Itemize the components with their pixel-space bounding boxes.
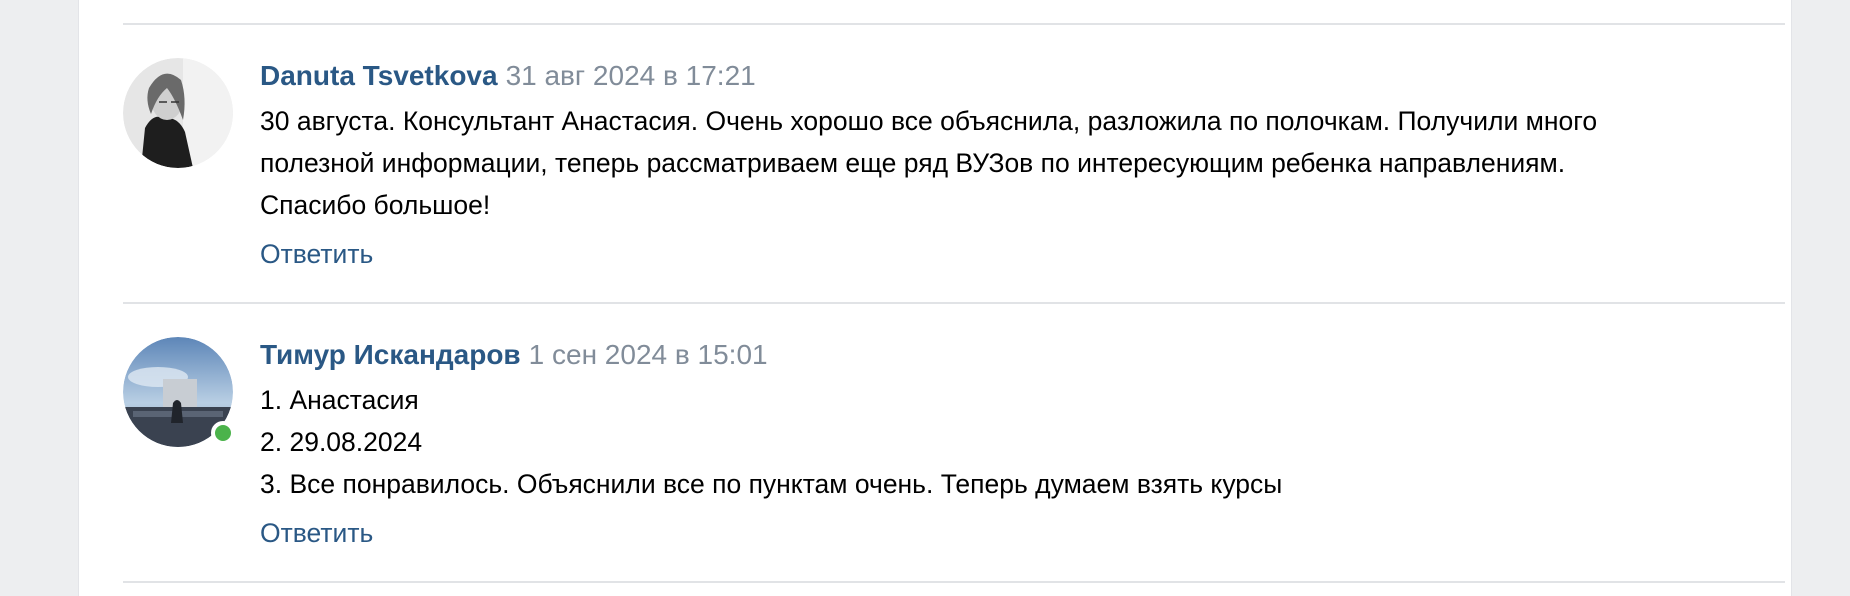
- reply-button[interactable]: Ответить: [260, 513, 373, 553]
- comment-text-line: 3. Все понравилось. Объяснили все по пун…: [260, 469, 1283, 499]
- divider: [123, 23, 1785, 25]
- comments-panel: Danuta Tsvetkova 31 авг 2024 в 17:21 30 а…: [78, 0, 1792, 596]
- comment-date[interactable]: 1 сен 2024 в 15:01: [529, 339, 768, 370]
- reply-button[interactable]: Ответить: [260, 234, 373, 274]
- comment-text-line: 30 августа. Консультант Анастасия. Очень…: [260, 106, 1598, 136]
- comment-header: Тимур Искандаров 1 сен 2024 в 15:01: [260, 337, 1785, 373]
- avatar[interactable]: [123, 337, 235, 447]
- comment-text: 1. Анастасия 2. 29.08.2024 3. Все понрав…: [260, 379, 1785, 505]
- avatar[interactable]: [123, 58, 233, 168]
- divider: [123, 302, 1785, 304]
- comment-header: Danuta Tsvetkova 31 авг 2024 в 17:21: [260, 58, 1785, 94]
- avatar-image[interactable]: [123, 58, 233, 168]
- comment-text-line: Спасибо большое!: [260, 190, 491, 220]
- author-name-link[interactable]: Danuta Tsvetkova: [260, 60, 498, 91]
- comment-text-line: полезной информации, теперь рассматривае…: [260, 148, 1566, 178]
- comment-text-line: 1. Анастасия: [260, 385, 419, 415]
- comment-text-line: 2. 29.08.2024: [260, 427, 423, 457]
- comment-text: 30 августа. Консультант Анастасия. Очень…: [260, 100, 1785, 226]
- comment-body: Тимур Искандаров 1 сен 2024 в 15:01 1. Ан…: [260, 337, 1785, 553]
- online-status-indicator: [211, 421, 235, 445]
- comment-date[interactable]: 31 авг 2024 в 17:21: [506, 60, 756, 91]
- divider: [123, 581, 1785, 583]
- author-name-link[interactable]: Тимур Искандаров: [260, 339, 521, 370]
- comment-body: Danuta Tsvetkova 31 авг 2024 в 17:21 30 а…: [260, 58, 1785, 274]
